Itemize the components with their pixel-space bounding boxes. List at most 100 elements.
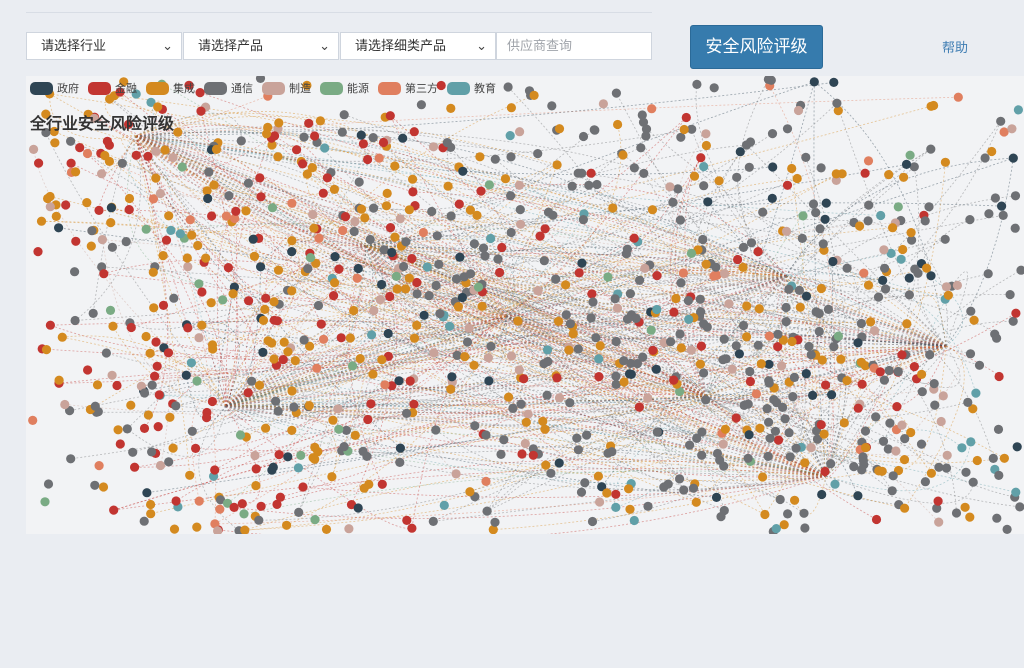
- graph-node[interactable]: [149, 303, 159, 313]
- graph-node[interactable]: [250, 450, 260, 461]
- graph-node[interactable]: [573, 344, 583, 354]
- graph-node[interactable]: [447, 372, 457, 382]
- graph-node[interactable]: [243, 178, 253, 188]
- graph-node[interactable]: [86, 241, 96, 251]
- graph-node[interactable]: [336, 333, 346, 343]
- graph-node[interactable]: [356, 130, 366, 140]
- graph-node[interactable]: [961, 467, 971, 477]
- graph-node[interactable]: [1011, 308, 1021, 318]
- graph-node[interactable]: [686, 345, 697, 355]
- graph-node[interactable]: [896, 254, 906, 264]
- graph-node[interactable]: [686, 248, 697, 258]
- graph-node[interactable]: [350, 216, 360, 227]
- graph-node[interactable]: [920, 477, 931, 487]
- graph-node[interactable]: [542, 345, 553, 355]
- graph-node[interactable]: [773, 329, 783, 339]
- graph-node[interactable]: [106, 203, 116, 213]
- graph-node[interactable]: [308, 209, 318, 220]
- graph-node[interactable]: [879, 375, 890, 385]
- graph-node[interactable]: [823, 304, 834, 314]
- graph-node[interactable]: [952, 280, 963, 290]
- graph-node[interactable]: [150, 371, 160, 381]
- graph-node[interactable]: [446, 103, 456, 113]
- graph-node[interactable]: [122, 424, 132, 434]
- graph-node[interactable]: [641, 124, 652, 134]
- graph-node[interactable]: [240, 525, 250, 535]
- graph-node[interactable]: [141, 331, 151, 342]
- graph-node[interactable]: [168, 443, 178, 453]
- graph-node[interactable]: [338, 225, 348, 236]
- graph-node[interactable]: [742, 301, 752, 311]
- graph-node[interactable]: [685, 440, 695, 450]
- graph-node[interactable]: [709, 83, 719, 93]
- graph-node[interactable]: [938, 391, 948, 401]
- graph-node[interactable]: [139, 423, 150, 433]
- graph-node[interactable]: [517, 449, 527, 459]
- graph-node[interactable]: [155, 460, 166, 471]
- graph-node[interactable]: [801, 152, 811, 162]
- graph-node[interactable]: [152, 361, 162, 371]
- graph-node[interactable]: [523, 409, 533, 419]
- graph-node[interactable]: [158, 300, 169, 310]
- graph-node[interactable]: [809, 77, 819, 87]
- graph-node[interactable]: [764, 376, 774, 386]
- graph-node[interactable]: [540, 424, 550, 434]
- graph-node[interactable]: [777, 361, 787, 371]
- graph-node[interactable]: [363, 414, 373, 425]
- graph-node[interactable]: [107, 370, 117, 380]
- graph-node[interactable]: [913, 268, 923, 278]
- graph-node[interactable]: [744, 430, 754, 440]
- graph-node[interactable]: [586, 168, 596, 178]
- graph-node[interactable]: [271, 396, 281, 406]
- graph-node[interactable]: [990, 329, 1000, 339]
- graph-node[interactable]: [699, 368, 709, 378]
- graph-node[interactable]: [983, 269, 993, 279]
- graph-node[interactable]: [71, 167, 81, 177]
- graph-node[interactable]: [41, 345, 52, 355]
- graph-node[interactable]: [358, 139, 368, 149]
- graph-node[interactable]: [795, 302, 805, 312]
- graph-node[interactable]: [902, 319, 912, 329]
- graph-node[interactable]: [528, 450, 538, 460]
- graph-node[interactable]: [884, 170, 894, 180]
- graph-node[interactable]: [416, 100, 426, 110]
- graph-node[interactable]: [866, 317, 876, 327]
- graph-node[interactable]: [128, 447, 138, 457]
- graph-node[interactable]: [781, 226, 792, 236]
- graph-node[interactable]: [314, 233, 324, 243]
- graph-node[interactable]: [480, 251, 490, 261]
- graph-node[interactable]: [829, 77, 839, 87]
- graph-node[interactable]: [274, 118, 284, 128]
- graph-node[interactable]: [565, 398, 575, 408]
- graph-node[interactable]: [539, 359, 549, 369]
- graph-node[interactable]: [269, 297, 279, 307]
- graph-node[interactable]: [235, 430, 246, 440]
- graph-node[interactable]: [462, 337, 473, 347]
- graph-node[interactable]: [960, 502, 970, 512]
- graph-node[interactable]: [315, 116, 325, 126]
- graph-node[interactable]: [223, 263, 233, 273]
- industry-select[interactable]: 请选择行业 ⌄: [26, 32, 182, 60]
- graph-node[interactable]: [155, 188, 165, 199]
- graph-node[interactable]: [453, 302, 463, 312]
- graph-node[interactable]: [929, 379, 939, 389]
- graph-node[interactable]: [221, 211, 231, 221]
- graph-node[interactable]: [699, 162, 709, 172]
- legend-item-energy[interactable]: 能源: [320, 80, 369, 96]
- graph-node[interactable]: [202, 413, 212, 423]
- graph-node[interactable]: [385, 291, 395, 302]
- graph-node[interactable]: [75, 143, 85, 153]
- graph-node[interactable]: [764, 417, 774, 427]
- graph-node[interactable]: [668, 197, 678, 207]
- graph-node[interactable]: [888, 471, 898, 481]
- graph-node[interactable]: [192, 522, 202, 532]
- graph-node[interactable]: [187, 426, 197, 436]
- graph-node[interactable]: [312, 363, 322, 373]
- graph-node[interactable]: [542, 390, 552, 400]
- graph-node[interactable]: [70, 315, 80, 326]
- graph-node[interactable]: [992, 513, 1002, 523]
- graph-node[interactable]: [36, 216, 47, 226]
- graph-node[interactable]: [481, 476, 491, 486]
- graph-node[interactable]: [367, 330, 377, 340]
- graph-node[interactable]: [254, 515, 264, 525]
